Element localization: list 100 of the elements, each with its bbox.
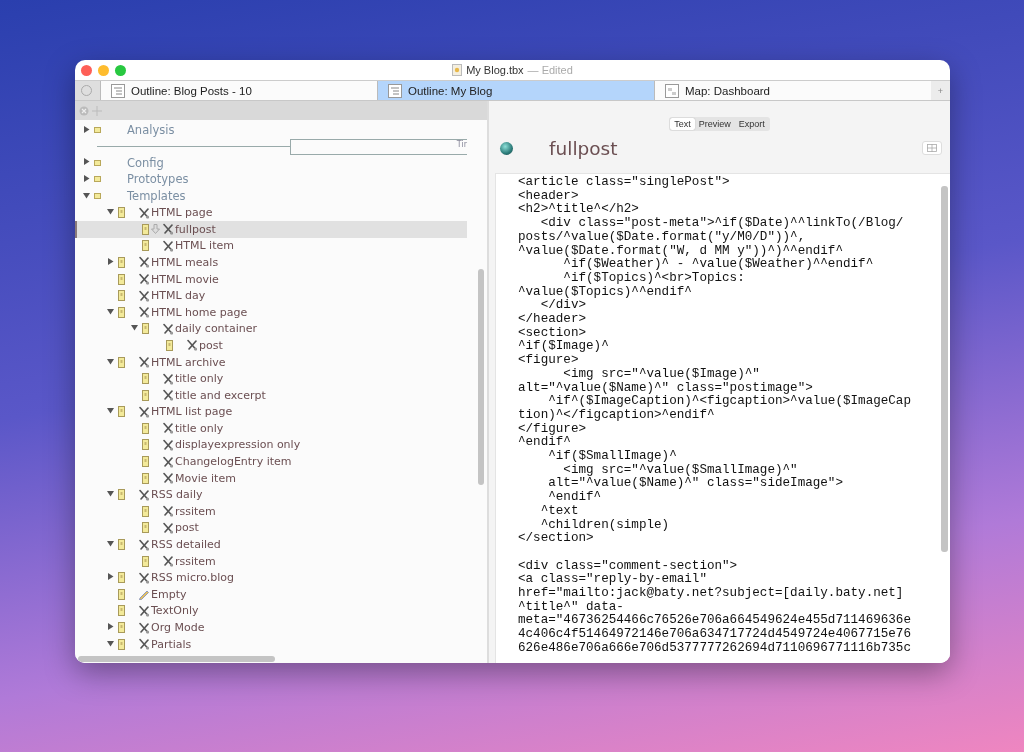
tools-icon (162, 505, 174, 518)
outline-item-label: displayexpression only (175, 438, 301, 452)
close-button[interactable] (81, 64, 92, 76)
outline-row[interactable]: rssitem (75, 552, 467, 570)
note-icon (141, 456, 149, 468)
disclosure-triangle-icon[interactable] (130, 324, 138, 332)
note-icon (117, 406, 125, 418)
disclosure-triangle-icon[interactable] (106, 407, 114, 415)
code-line: ^if($SmallImage)^ (547, 450, 677, 464)
code-line: <div class="comment-section"> (518, 559, 738, 573)
note-icon (141, 505, 149, 517)
code-line: ^if^($ImageCaption)^<figcaption>^value($ImageCap (547, 395, 911, 409)
tools-icon (162, 521, 174, 534)
disclosure-triangle-icon[interactable] (106, 540, 114, 548)
view-tab[interactable]: Text (670, 118, 695, 130)
code-editor[interactable] (495, 173, 950, 663)
outline-row[interactable]: HTML home page (75, 303, 467, 321)
code-line: <article class="singlePost"> (518, 176, 730, 190)
scrollbar-thumb[interactable] (941, 186, 948, 552)
disclosure-triangle-icon[interactable] (82, 125, 90, 133)
outline-row[interactable]: ChangelogEntry item (75, 453, 467, 470)
tab[interactable]: Outline: My Blog (377, 81, 654, 100)
note-icon (117, 638, 125, 650)
note-icon (117, 489, 125, 501)
code-line: 626e486e706a666e706d5377777262694d7110696771116b735c (518, 641, 911, 656)
outline-row[interactable]: HTML day (75, 287, 467, 304)
outline-item-label: Movie item (175, 471, 236, 485)
outline-row[interactable]: TextOnly (75, 602, 467, 620)
outline-row[interactable]: fullpost (75, 220, 467, 238)
timeline-box: Tir (290, 138, 467, 155)
outline-row[interactable]: Movie item (75, 469, 467, 487)
code-line: posts/^value($Date.format("y/M0/D"))^, (518, 230, 806, 245)
outline-row[interactable]: post (75, 519, 467, 537)
outline-row[interactable]: HTML meals (75, 254, 467, 271)
code-line: ^if($Image)^ (518, 340, 609, 354)
code-line: alt="^value($Name)^" class="sideImage"> (547, 477, 843, 491)
outline-row[interactable]: HTML movie (75, 270, 467, 288)
outline-item-label: RSS daily (151, 488, 203, 502)
code-line: ^endif^ (518, 436, 571, 450)
outline-icon (388, 83, 402, 98)
code-line: <header> (518, 189, 579, 203)
outline-row[interactable]: title only (75, 420, 467, 437)
outline-row[interactable]: HTML item (75, 237, 467, 255)
note-icon (141, 422, 149, 434)
disclosure-triangle-icon[interactable] (106, 573, 114, 581)
note-icon (117, 290, 125, 302)
outline-row[interactable]: Org Mode (75, 619, 467, 636)
outline-row[interactable]: Partials (75, 635, 467, 653)
disclosure-triangle-icon[interactable] (106, 639, 114, 647)
code-line: ^children(simple) (539, 518, 670, 532)
outline-row[interactable]: post (75, 337, 467, 354)
status-ball-icon (500, 141, 513, 155)
note-icon (117, 539, 125, 551)
disclosure-triangle-icon[interactable] (82, 158, 90, 166)
disclosure-triangle-icon[interactable] (106, 208, 114, 216)
outline-row[interactable]: title and excerpt (75, 386, 467, 404)
code-line: ^endif^ (547, 491, 602, 505)
scrollbar-thumb[interactable] (78, 655, 275, 662)
disclosure-triangle-icon[interactable] (106, 623, 114, 630)
disclosure-triangle-icon[interactable] (106, 257, 114, 265)
outline-row[interactable]: Empty (75, 586, 467, 603)
outline-item-label: Templates (127, 189, 186, 204)
view-tab[interactable]: Preview (694, 118, 735, 130)
tab[interactable]: Map: Dashboard (654, 81, 931, 100)
code-line: </header> (518, 313, 587, 327)
note-icon (141, 389, 149, 401)
code-line: ^value($Topics)^^endif^ (518, 285, 692, 299)
outline-row[interactable]: HTML archive (75, 353, 467, 371)
tools-icon (162, 223, 174, 236)
code-line: <a class="reply-by-email" (518, 573, 707, 587)
note-icon (165, 339, 173, 351)
outline-row[interactable]: HTML page (75, 204, 467, 221)
disclosure-triangle-icon[interactable] (82, 175, 90, 182)
outline-row[interactable]: title only (75, 370, 467, 387)
outline-row[interactable]: HTML list page (75, 403, 467, 421)
tools-icon (138, 621, 150, 634)
edited-status: — Edited (527, 64, 573, 76)
disclosure-triangle-icon[interactable] (106, 490, 114, 498)
code-line: ^value($Date.format("W, d MM y"))^)^^endif^ (518, 244, 843, 258)
note-icon (141, 522, 149, 534)
tab[interactable]: Outline: Blog Posts - 10 (100, 81, 377, 100)
scrollbar-thumb[interactable] (478, 269, 484, 485)
outline-row[interactable]: daily container (75, 320, 467, 338)
disclosure-triangle-icon[interactable] (106, 307, 114, 315)
outline-item-label: HTML list page (151, 405, 233, 419)
code-line: </div> (539, 299, 587, 313)
map-icon (665, 83, 679, 98)
disclosure-triangle-icon[interactable] (82, 191, 90, 199)
outline-row[interactable]: RSS daily (75, 486, 467, 504)
outline-row[interactable]: rssitem (75, 503, 467, 520)
view-tab[interactable]: Export (734, 118, 769, 130)
outline-row[interactable]: displayexpression only (75, 436, 467, 454)
note-icon (141, 240, 149, 252)
tools-icon (162, 455, 174, 468)
disclosure-triangle-icon[interactable] (106, 357, 114, 365)
outline-item-label: HTML item (175, 239, 234, 253)
note-icon (93, 176, 101, 183)
tools-icon (162, 439, 174, 451)
outline-row[interactable]: RSS detailed (75, 536, 467, 553)
outline-row[interactable]: RSS micro.blog (75, 569, 467, 587)
